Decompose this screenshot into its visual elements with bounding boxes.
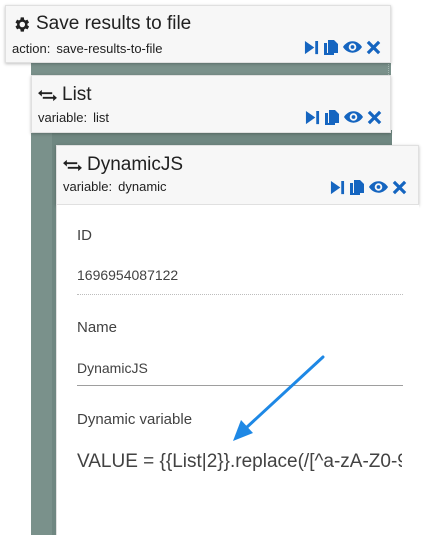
card-title: DynamicJS: [63, 154, 183, 176]
name-underline: [77, 385, 403, 386]
card-title-text: Save results to file: [36, 13, 192, 34]
close-icon[interactable]: [392, 180, 407, 195]
variable-card-list[interactable]: List variable: list: [31, 75, 391, 133]
card-toolbar: [330, 179, 407, 195]
close-icon[interactable]: [367, 110, 382, 125]
action-card-save-results[interactable]: Save results to file action: save-results…: [5, 5, 391, 63]
card-subtitle: action: save-results-to-file: [12, 41, 163, 56]
skip-icon[interactable]: [304, 40, 319, 55]
name-field[interactable]: DynamicJS: [77, 360, 148, 376]
copy-icon[interactable]: [349, 179, 365, 195]
id-label: ID: [77, 227, 92, 244]
id-underline: [77, 294, 403, 295]
copy-icon[interactable]: [324, 109, 340, 125]
eye-icon[interactable]: [343, 39, 362, 55]
swap-icon: [63, 157, 82, 174]
card-toolbar: [305, 109, 382, 125]
skip-icon[interactable]: [330, 180, 345, 195]
eye-icon[interactable]: [369, 179, 388, 195]
swap-icon: [38, 87, 57, 104]
eye-icon[interactable]: [344, 109, 363, 125]
skip-icon[interactable]: [305, 110, 320, 125]
id-field[interactable]: 1696954087122: [77, 267, 178, 283]
gear-icon: [12, 15, 31, 34]
card-title-text: List: [62, 84, 92, 105]
dynamic-variable-input[interactable]: VALUE = {{List|2}}.replace(/[^a-zA-Z0-9\…: [77, 451, 402, 473]
name-label: Name: [77, 319, 118, 336]
card-subtitle: variable: list: [38, 110, 110, 125]
variable-form-panel: ID 1696954087122 Name DynamicJS Dynamic …: [56, 205, 419, 535]
card-title: List: [38, 84, 92, 106]
variable-card-dynamicjs[interactable]: DynamicJS variable: dynamic: [56, 145, 419, 205]
copy-icon[interactable]: [323, 39, 339, 55]
card-title-text: DynamicJS: [87, 154, 184, 175]
card-toolbar: [304, 39, 381, 55]
card-subtitle: variable: dynamic: [63, 179, 167, 194]
close-icon[interactable]: [366, 40, 381, 55]
dynamic-variable-label: Dynamic variable: [77, 411, 193, 428]
card-title: Save results to file: [12, 13, 191, 35]
